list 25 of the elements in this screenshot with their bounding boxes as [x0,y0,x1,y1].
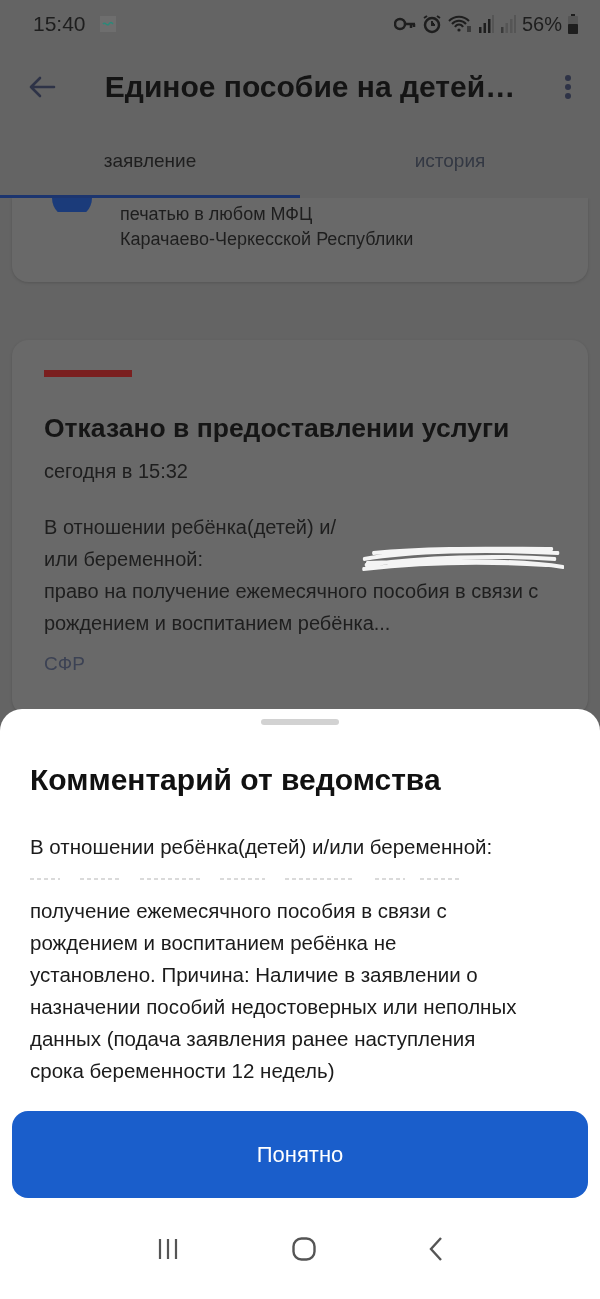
key-icon [393,17,416,31]
recent-apps-icon[interactable] [156,1237,179,1260]
status-time: 15:40 [33,12,86,36]
ok-button[interactable]: Понятно [12,1111,588,1198]
back-icon[interactable] [429,1236,444,1261]
signal-icon [499,15,516,33]
wifi-icon [447,15,472,33]
info-text: Карачаево-Черкесской Республики [120,228,414,251]
sheet-title: Комментарий от ведомства [30,763,442,797]
notification-icon [99,16,116,32]
comment-text: получение ежемесячного пособия в связи с рождением и воспитанием ребёнка не установлено. Причина: Наличие в заявлении о назначении пособий недостоверных или неполных данных (подача заявления ранее наступления срока беременности 12 недель) [30,898,518,1084]
info-text: печатью в любом МФЦ [120,203,314,226]
status-time-text: сегодня в 15:32 [44,460,189,483]
alarm-icon [421,14,442,34]
battery-icon [568,14,578,34]
battery-level: 56% [521,12,562,36]
home-icon[interactable] [292,1236,316,1261]
signal-icon [477,15,494,33]
drag-handle[interactable] [261,719,339,725]
screen-title: Единое пособие на детей… [103,70,517,104]
status-title: Отказано в предоставлении услуги [44,413,511,444]
status-text: В отношении ребёнка(детей) и/или беременной: [44,515,337,572]
status-text: право на получение ежемесячного пособия в связи с рождением и воспитанием ребёнка... [44,579,540,636]
round-badge-icon [52,198,92,212]
comment-text: В отношении ребёнка(детей) и/или беременной: [30,834,494,860]
